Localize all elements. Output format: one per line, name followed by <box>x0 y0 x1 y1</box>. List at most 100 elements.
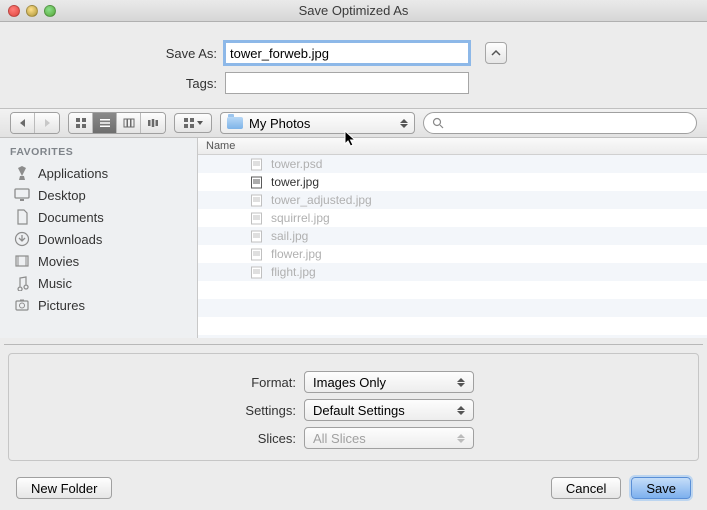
file-row[interactable]: tower.jpg <box>198 173 707 191</box>
sidebar-item-movies[interactable]: Movies <box>0 250 197 272</box>
file-row[interactable]: tower.psd <box>198 155 707 173</box>
collapse-button[interactable] <box>485 42 507 64</box>
file-name: flight.jpg <box>271 265 316 279</box>
file-row[interactable]: squirrel.jpg <box>198 209 707 227</box>
save-form: Save As: Tags: <box>0 22 707 108</box>
new-folder-button[interactable]: New Folder <box>16 477 112 499</box>
chevron-up-icon <box>491 48 501 58</box>
file-icon <box>250 248 263 261</box>
file-list: Name tower.psd tower.jpg tower_adjusted.jp… <box>198 138 707 338</box>
downloads-icon <box>14 231 30 247</box>
grid-icon <box>75 117 87 129</box>
arrange-button[interactable] <box>174 113 212 133</box>
triangle-right-icon <box>42 118 52 128</box>
file-name: tower_adjusted.jpg <box>271 193 372 207</box>
sidebar-item-label: Music <box>38 276 72 291</box>
folder-dropdown[interactable]: My Photos <box>220 112 415 134</box>
sidebar-item-music[interactable]: Music <box>0 272 197 294</box>
sidebar-item-label: Downloads <box>38 232 102 247</box>
file-row[interactable]: sail.jpg <box>198 227 707 245</box>
divider <box>4 344 703 345</box>
file-name: tower.jpg <box>271 175 319 189</box>
sidebar-item-label: Desktop <box>38 188 86 203</box>
file-row[interactable]: flight.jpg <box>198 263 707 281</box>
settings-dropdown[interactable]: Default Settings <box>304 399 474 421</box>
sidebar-item-label: Applications <box>38 166 108 181</box>
icon-view-button[interactable] <box>69 113 93 133</box>
coverflow-icon <box>147 117 159 129</box>
sidebar: FAVORITES Applications Desktop Documents… <box>0 138 198 338</box>
dialog-footer: New Folder Cancel Save <box>0 469 707 507</box>
format-label: Format: <box>9 375 304 390</box>
file-icon <box>250 266 263 279</box>
tags-input[interactable] <box>225 72 469 94</box>
sidebar-item-desktop[interactable]: Desktop <box>0 184 197 206</box>
search-field[interactable] <box>423 112 697 134</box>
save-button[interactable]: Save <box>631 477 691 499</box>
settings-label: Settings: <box>9 403 304 418</box>
file-name: tower.psd <box>271 157 322 171</box>
sidebar-item-label: Movies <box>38 254 79 269</box>
sidebar-item-label: Documents <box>38 210 104 225</box>
column-header-name[interactable]: Name <box>198 138 707 155</box>
folder-name: My Photos <box>249 116 310 131</box>
back-button[interactable] <box>11 113 35 133</box>
settings-value: Default Settings <box>313 403 405 418</box>
arrange-icon <box>183 117 195 129</box>
cancel-button[interactable]: Cancel <box>551 477 621 499</box>
file-icon <box>250 176 263 189</box>
updown-icon <box>400 119 408 128</box>
file-name: flower.jpg <box>271 247 322 261</box>
window-title: Save Optimized As <box>0 3 707 18</box>
pictures-icon <box>14 297 30 313</box>
file-icon <box>250 194 263 207</box>
search-icon <box>432 117 444 129</box>
browser-toolbar: My Photos <box>0 108 707 138</box>
sidebar-item-documents[interactable]: Documents <box>0 206 197 228</box>
chevron-down-icon <box>197 120 203 126</box>
forward-button[interactable] <box>35 113 59 133</box>
documents-icon <box>14 209 30 225</box>
empty-row <box>198 335 707 338</box>
sidebar-item-pictures[interactable]: Pictures <box>0 294 197 316</box>
titlebar: Save Optimized As <box>0 0 707 22</box>
save-dialog: Save Optimized As Save As: Tags: <box>0 0 707 510</box>
empty-row <box>198 281 707 299</box>
file-icon <box>250 212 263 225</box>
sidebar-item-applications[interactable]: Applications <box>0 162 197 184</box>
sidebar-item-downloads[interactable]: Downloads <box>0 228 197 250</box>
applications-icon <box>14 165 30 181</box>
file-icon <box>250 230 263 243</box>
slices-label: Slices: <box>9 431 304 446</box>
nav-buttons <box>10 112 60 134</box>
movies-icon <box>14 253 30 269</box>
list-icon <box>99 117 111 129</box>
folder-icon <box>227 117 243 129</box>
updown-icon <box>457 406 465 415</box>
updown-icon <box>457 378 465 387</box>
empty-row <box>198 299 707 317</box>
file-name: squirrel.jpg <box>271 211 330 225</box>
view-buttons <box>68 112 166 134</box>
tags-label: Tags: <box>0 76 225 91</box>
file-row[interactable]: tower_adjusted.jpg <box>198 191 707 209</box>
file-list-body: tower.psd tower.jpg tower_adjusted.jpgsqui… <box>198 155 707 338</box>
save-as-input[interactable] <box>225 42 469 64</box>
list-view-button[interactable] <box>93 113 117 133</box>
format-dropdown[interactable]: Images Only <box>304 371 474 393</box>
triangle-left-icon <box>18 118 28 128</box>
updown-icon <box>457 434 465 443</box>
column-view-button[interactable] <box>117 113 141 133</box>
slices-dropdown: All Slices <box>304 427 474 449</box>
desktop-icon <box>14 187 30 203</box>
save-as-label: Save As: <box>0 46 225 61</box>
file-row[interactable]: flower.jpg <box>198 245 707 263</box>
music-icon <box>14 275 30 291</box>
file-icon <box>250 158 263 171</box>
sidebar-item-label: Pictures <box>38 298 85 313</box>
slices-value: All Slices <box>313 431 366 446</box>
coverflow-view-button[interactable] <box>141 113 165 133</box>
columns-icon <box>123 117 135 129</box>
format-value: Images Only <box>313 375 386 390</box>
export-options: Format: Images Only Settings: Default Se… <box>8 353 699 461</box>
